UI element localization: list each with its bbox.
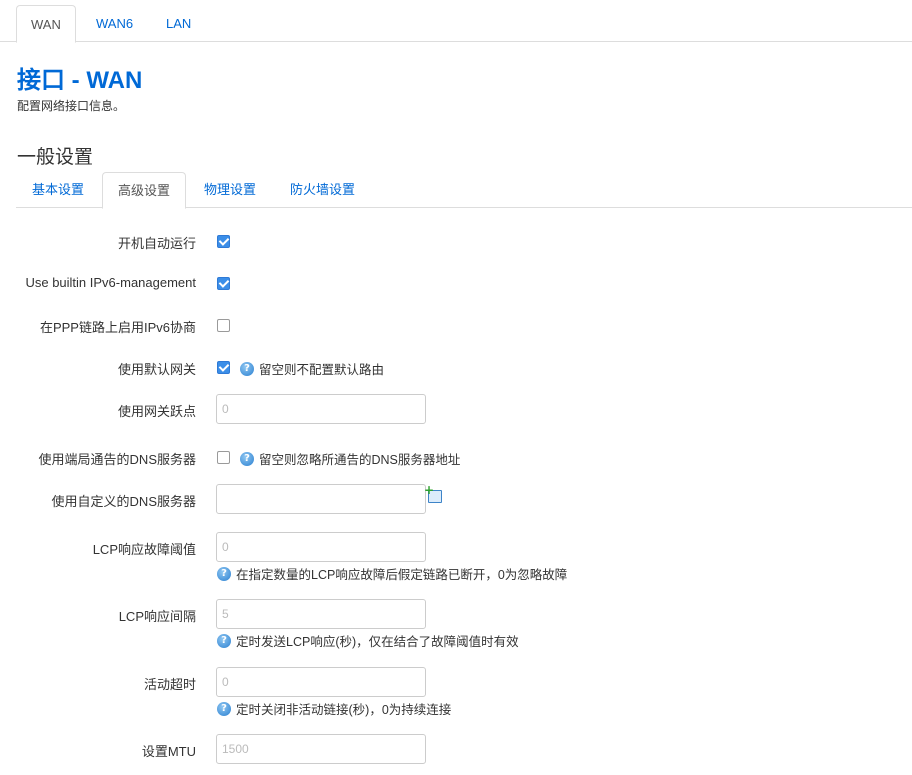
tab-advanced-settings[interactable]: 高级设置 <box>102 172 187 209</box>
idle-timeout-input[interactable] <box>216 667 426 697</box>
lcp-failure-help-text: 在指定数量的LCP响应故障后假定链路已断开，0为忽略故障 <box>236 568 568 582</box>
help-icon: ? <box>240 451 254 466</box>
tab-firewall-settings[interactable]: 防火墙设置 <box>275 172 370 208</box>
help-icon: ? <box>217 633 231 648</box>
help-icon: ? <box>217 701 231 716</box>
page-title: 接口 - WAN <box>17 67 143 94</box>
settings-tabs: 基本设置 高级设置 物理设置 防火墙设置 <box>16 172 912 209</box>
default-gateway-label: 使用默认网关 <box>117 362 196 377</box>
help-icon: ? <box>240 361 254 376</box>
ipv6-builtin-label: Use builtin IPv6-management <box>25 275 196 290</box>
idle-timeout-help: ? 定时关闭非活动链接(秒)，0为持续连接 <box>217 699 451 718</box>
default-gateway-help: ? 留空则不配置默认路由 <box>240 359 384 378</box>
idle-timeout-label: 活动超时 <box>143 677 196 692</box>
tab-lan[interactable]: LAN <box>152 5 205 42</box>
lcp-interval-help: ? 定时发送LCP响应(秒)，仅在结合了故障阈值时有效 <box>217 631 519 650</box>
mtu-input[interactable] <box>216 734 426 764</box>
tab-physical-settings[interactable]: 物理设置 <box>189 172 271 208</box>
ppp-ipv6-checkbox[interactable] <box>217 319 230 332</box>
interface-tabs: WAN WAN6 LAN <box>0 0 912 43</box>
tab-wan6[interactable]: WAN6 <box>82 5 147 42</box>
ipv6-builtin-checkbox[interactable] <box>217 277 230 290</box>
autostart-checkbox[interactable] <box>217 235 230 248</box>
add-icon[interactable] <box>424 483 442 503</box>
lcp-interval-label: LCP响应间隔 <box>118 609 196 624</box>
lcp-interval-help-text: 定时发送LCP响应(秒)，仅在结合了故障阈值时有效 <box>236 635 519 649</box>
page-description: 配置网络接口信息。 <box>17 99 126 113</box>
peer-dns-help-text: 留空则忽略所通告的DNS服务器地址 <box>259 453 461 467</box>
mtu-label: 设置MTU <box>141 744 196 759</box>
lcp-failure-input[interactable] <box>216 532 426 562</box>
gateway-metric-label: 使用网关跃点 <box>117 404 196 419</box>
custom-dns-label: 使用自定义的DNS服务器 <box>51 494 196 509</box>
peer-dns-checkbox[interactable] <box>217 451 230 464</box>
lcp-failure-label: LCP响应故障阈值 <box>92 542 196 557</box>
custom-dns-input[interactable] <box>216 484 426 514</box>
idle-timeout-help-text: 定时关闭非活动链接(秒)，0为持续连接 <box>236 703 452 717</box>
help-icon: ? <box>217 566 231 581</box>
tab-wan[interactable]: WAN <box>16 5 76 43</box>
tab-basic-settings[interactable]: 基本设置 <box>17 172 99 208</box>
default-gateway-help-text: 留空则不配置默认路由 <box>259 363 385 377</box>
peer-dns-label: 使用端局通告的DNS服务器 <box>38 452 196 467</box>
lcp-interval-input[interactable] <box>216 599 426 629</box>
lcp-failure-help: ? 在指定数量的LCP响应故障后假定链路已断开，0为忽略故障 <box>217 564 567 583</box>
peer-dns-help: ? 留空则忽略所通告的DNS服务器地址 <box>240 449 460 468</box>
gateway-metric-input[interactable] <box>216 394 426 424</box>
default-gateway-checkbox[interactable] <box>217 361 230 374</box>
ppp-ipv6-label: 在PPP链路上启用IPv6协商 <box>39 320 196 335</box>
autostart-label: 开机自动运行 <box>117 236 196 251</box>
section-title: 一般设置 <box>17 147 94 168</box>
